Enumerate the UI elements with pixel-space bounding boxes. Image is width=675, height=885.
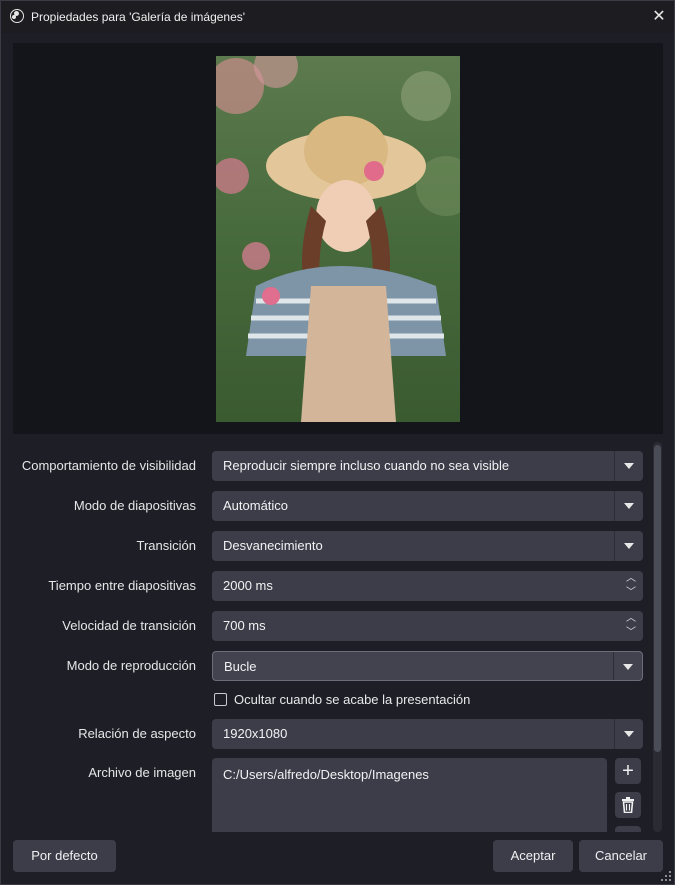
- scrollbar[interactable]: [653, 442, 662, 832]
- slide-mode-row: Modo de diapositivas Automático: [13, 491, 643, 521]
- list-item[interactable]: C:/Users/alfredo/Desktop/Imagenes: [223, 767, 429, 782]
- preview-image: [216, 56, 460, 422]
- visibility-row: Comportamiento de visibilidad Reproducir…: [13, 451, 643, 481]
- add-icon[interactable]: +: [615, 758, 641, 784]
- spin-buttons: ︿ ﹀: [619, 611, 643, 641]
- defaults-button[interactable]: Por defecto: [13, 840, 116, 872]
- hide-when-done-checkbox[interactable]: [214, 693, 227, 706]
- aspect-ratio-row: Relación de aspecto 1920x1080: [13, 719, 643, 749]
- spin-buttons: ︿ ﹀: [619, 571, 643, 601]
- chevron-down-icon[interactable]: [613, 652, 642, 680]
- chevron-down-icon[interactable]: [614, 531, 643, 561]
- visibility-value: Reproducir siempre incluso cuando no sea…: [223, 458, 510, 473]
- transition-label: Transición: [136, 538, 196, 553]
- transition-speed-value: 700 ms: [223, 618, 266, 633]
- aspect-ratio-label: Relación de aspecto: [78, 726, 196, 741]
- cancel-button[interactable]: Cancelar: [579, 840, 663, 872]
- scrollbar-thumb[interactable]: [654, 445, 661, 752]
- transition-select[interactable]: Desvanecimiento: [212, 531, 643, 561]
- slide-mode-label: Modo de diapositivas: [73, 498, 196, 513]
- aspect-ratio-value: 1920x1080: [223, 726, 288, 741]
- transition-row: Transición Desvanecimiento: [13, 531, 643, 561]
- title-bar[interactable]: Propiedades para 'Galería de imágenes' ✕: [1, 1, 674, 33]
- hide-when-done-label[interactable]: Ocultar cuando se acabe la presentación: [234, 690, 470, 710]
- chevron-down-icon[interactable]: ﹀: [624, 627, 638, 639]
- accept-button[interactable]: Aceptar: [493, 840, 573, 872]
- close-icon[interactable]: ✕: [649, 7, 669, 27]
- slide-mode-select[interactable]: Automático: [212, 491, 643, 521]
- slide-mode-value: Automático: [223, 498, 289, 513]
- playback-mode-select[interactable]: Bucle: [212, 651, 643, 681]
- slide-time-value: 2000 ms: [223, 578, 273, 593]
- visibility-label: Comportamiento de visibilidad: [21, 458, 196, 473]
- transition-speed-row: Velocidad de transición 700 ms ︿ ﹀: [13, 611, 643, 641]
- chevron-down-icon[interactable]: [614, 451, 643, 481]
- chevron-up-icon[interactable]: ︿: [624, 613, 638, 625]
- resize-grip-icon[interactable]: [661, 871, 671, 881]
- playback-mode-value: Bucle: [224, 659, 257, 674]
- chevron-up-icon[interactable]: ︿: [624, 573, 638, 585]
- window-title: Propiedades para 'Galería de imágenes': [31, 10, 246, 24]
- transition-speed-spinbox[interactable]: 700 ms ︿ ﹀: [212, 611, 643, 641]
- slide-time-label: Tiempo entre diapositivas: [48, 578, 196, 593]
- transition-speed-label: Velocidad de transición: [62, 618, 196, 633]
- chevron-down-icon[interactable]: [614, 719, 643, 749]
- properties-dialog: Propiedades para 'Galería de imágenes' ✕: [0, 0, 675, 885]
- properties-icon[interactable]: [615, 826, 641, 832]
- image-files-list[interactable]: C:/Users/alfredo/Desktop/Imagenes: [212, 758, 607, 832]
- playback-mode-row: Modo de reproducción Bucle: [13, 651, 643, 681]
- slide-time-row: Tiempo entre diapositivas 2000 ms ︿ ﹀: [13, 571, 643, 601]
- visibility-select[interactable]: Reproducir siempre incluso cuando no sea…: [212, 451, 643, 481]
- chevron-down-icon[interactable]: [614, 491, 643, 521]
- obs-logo-icon: [10, 9, 24, 23]
- playback-mode-label: Modo de reproducción: [66, 658, 196, 673]
- slide-time-spinbox[interactable]: 2000 ms ︿ ﹀: [212, 571, 643, 601]
- image-files-row: Archivo de imagen C:/Users/alfredo/Deskt…: [13, 758, 643, 832]
- properties-panel: Comportamiento de visibilidad Reproducir…: [13, 442, 653, 832]
- image-files-label: Archivo de imagen: [88, 765, 196, 780]
- aspect-ratio-select[interactable]: 1920x1080: [212, 719, 643, 749]
- hide-when-done-row[interactable]: Ocultar cuando se acabe la presentación: [212, 690, 612, 710]
- chevron-down-icon[interactable]: ﹀: [624, 587, 638, 599]
- transition-value: Desvanecimiento: [223, 538, 323, 553]
- trash-icon[interactable]: [615, 792, 641, 818]
